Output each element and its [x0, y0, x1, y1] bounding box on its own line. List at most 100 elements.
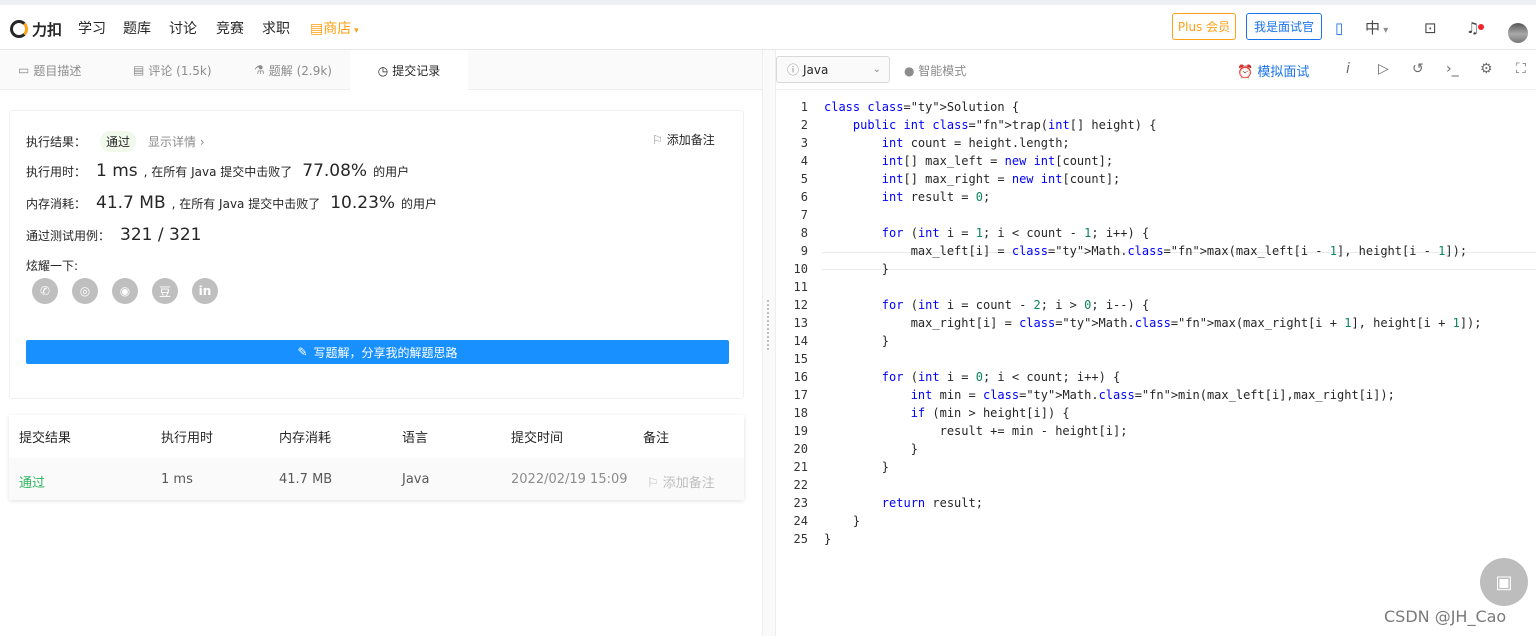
col-header-runtime: 执行用时 [161, 431, 214, 446]
row-date: 2022/02/19 15:09 [511, 472, 628, 487]
line-number: 14 [793, 334, 808, 348]
language-switch[interactable]: 中 ▾ [1365, 17, 1388, 38]
leetcode-logo-icon [10, 20, 28, 38]
qq-icon[interactable]: ◉ [112, 278, 138, 304]
tab-comments[interactable]: ▤ 评论 (1.5k) [133, 50, 212, 90]
interviewer-button[interactable]: 我是面试官 [1246, 13, 1322, 40]
logo[interactable]: 力扣 [10, 18, 62, 40]
col-header-memory: 内存消耗 [279, 431, 332, 446]
row-language: Java [402, 472, 430, 487]
notebook-icon: ▣ [1495, 571, 1513, 593]
status-row: 执行结果： 通过 显示详情 › [26, 131, 205, 152]
code-line: class class="ty">Solution { [824, 100, 1020, 114]
line-number: 18 [793, 406, 808, 420]
code-line: } [824, 262, 890, 276]
fullscreen-icon[interactable]: ⛶ [1516, 61, 1526, 77]
runtime-label: 执行用时： [26, 165, 87, 179]
logo-text: 力扣 [32, 20, 63, 39]
line-number: 13 [793, 316, 808, 330]
mock-interview-button[interactable]: ⏰ 模拟面试 [1237, 61, 1309, 80]
line-number: 15 [793, 352, 808, 366]
runtime-users: 的用户 [373, 165, 410, 179]
submissions-table: 提交结果 执行用时 内存消耗 语言 提交时间 备注 通过 1 ms 41.7 M… [9, 415, 744, 500]
line-number: 10 [793, 262, 808, 276]
douban-icon[interactable]: 豆 [152, 278, 178, 304]
nav-learn[interactable]: 学习 [78, 18, 106, 38]
drag-handle-icon[interactable] [767, 300, 770, 350]
line-number: 8 [800, 226, 808, 240]
tab-label: 评论 (1.5k) [148, 63, 212, 78]
row-note-label: 添加备注 [662, 476, 715, 491]
comment-icon: ▤ [133, 63, 145, 77]
alarm-icon: ⏰ [1237, 65, 1254, 80]
tab-description[interactable]: ▭ 题目描述 [18, 50, 81, 90]
chevron-down-icon: ▾ [1380, 25, 1389, 36]
nav-contest[interactable]: 竞赛 [216, 18, 244, 38]
code-line: int min = class="ty">Math.class="fn">min… [910, 388, 1395, 402]
pane-splitter[interactable] [762, 50, 776, 636]
nav-store[interactable]: ▤商店 ▾ [310, 18, 359, 38]
editor-toolbar: ⓘ Java ⌄ ● 智能模式 ⏰ 模拟面试 i ▷ ↺ ›_ ⚙ ⛶ [776, 50, 1536, 90]
line-number: 4 [800, 154, 808, 168]
line-number: 3 [800, 136, 808, 150]
cases-value: 321 / 321 [120, 225, 202, 245]
table-row: 通过 1 ms 41.7 MB Java 2022/02/19 15:09 ⚐ … [9, 458, 744, 500]
line-number: 1 [800, 100, 808, 114]
watermark: CSDN @JH_Cao [1384, 607, 1507, 626]
line-number: 17 [793, 388, 808, 402]
line-number: 16 [793, 370, 808, 384]
reset-icon[interactable]: ↺ [1412, 61, 1424, 77]
doc-icon: ▭ [18, 63, 30, 77]
line-number: 19 [793, 424, 808, 438]
left-tabs: ▭ 题目描述 ▤ 评论 (1.5k) ⚗ 题解 (2.9k) ◷ 提交记录 [0, 50, 762, 91]
tab-label: 提交记录 [392, 64, 441, 78]
language-select[interactable]: ⓘ Java ⌄ [776, 56, 890, 83]
code-line: } [824, 532, 832, 546]
nav-discuss[interactable]: 讨论 [169, 18, 197, 38]
app-root: 力扣 学习 题库 讨论 竞赛 求职 ▤商店 ▾ Plus 会员 我是面试官 ▯ … [0, 0, 1536, 636]
row-status-link[interactable]: 通过 [19, 472, 45, 491]
avatar[interactable] [1508, 23, 1528, 43]
flag-icon: ⚐ [652, 133, 663, 147]
nav-jobs[interactable]: 求职 [262, 18, 290, 38]
code-line: return result; [881, 496, 983, 510]
notification-dot [1478, 24, 1484, 30]
code-line: } [824, 334, 890, 348]
memory-value: 41.7 MB [96, 193, 166, 213]
write-solution-label: 写题解，分享我的解题思路 [313, 345, 458, 360]
info-italic-icon[interactable]: i [1346, 61, 1350, 77]
result-card: 执行结果： 通过 显示详情 › ⚐ 添加备注 执行用时： 1 ms , 在所有 … [9, 110, 744, 399]
memory-users: 的用户 [401, 197, 438, 211]
line-number: 6 [800, 190, 808, 204]
linkedin-icon[interactable]: in [192, 278, 218, 304]
store-label: 商店 [323, 21, 352, 37]
line-number: 12 [793, 298, 808, 312]
plus-member-button[interactable]: Plus 会员 [1172, 13, 1236, 40]
notebook-fab-button[interactable]: ▣ [1480, 558, 1528, 606]
weibo-icon[interactable]: ◎ [72, 278, 98, 304]
line-number: 25 [793, 532, 808, 546]
line-number: 24 [793, 514, 808, 528]
tab-solutions[interactable]: ⚗ 题解 (2.9k) [254, 50, 332, 90]
wechat-icon[interactable]: ✆ [32, 278, 58, 304]
col-header-time: 提交时间 [511, 431, 564, 446]
show-details-link[interactable]: 显示详情 › [148, 133, 205, 150]
top-navbar: 力扣 学习 题库 讨论 竞赛 求职 ▤商店 ▾ Plus 会员 我是面试官 ▯ … [0, 0, 1536, 50]
code-editor[interactable]: 1 class class="ty">Solution {2 public int… [776, 90, 1536, 636]
nav-problems[interactable]: 题库 [123, 18, 151, 38]
run-icon[interactable]: ▷ [1378, 61, 1389, 77]
line-number: 20 [793, 442, 808, 456]
write-solution-button[interactable]: ✎ 写题解，分享我的解题思路 [26, 340, 729, 364]
line-number: 21 [793, 460, 808, 474]
add-note-button[interactable]: ⚐ 添加备注 [652, 131, 715, 148]
mobile-icon[interactable]: ▯ [1335, 19, 1343, 37]
console-icon[interactable]: ›_ [1446, 61, 1459, 77]
playground-icon[interactable]: ⊡ [1424, 19, 1437, 37]
tab-label: 题解 (2.9k) [268, 63, 332, 78]
tab-submissions[interactable]: ◷ 提交记录 [350, 50, 468, 91]
status-label: 执行结果： [26, 135, 87, 149]
cases-row: 通过测试用例： 321 / 321 [26, 225, 207, 245]
row-add-note-button[interactable]: ⚐ 添加备注 [647, 472, 715, 491]
settings-icon[interactable]: ⚙ [1480, 61, 1493, 77]
smart-mode-toggle[interactable]: ● 智能模式 [904, 62, 966, 79]
